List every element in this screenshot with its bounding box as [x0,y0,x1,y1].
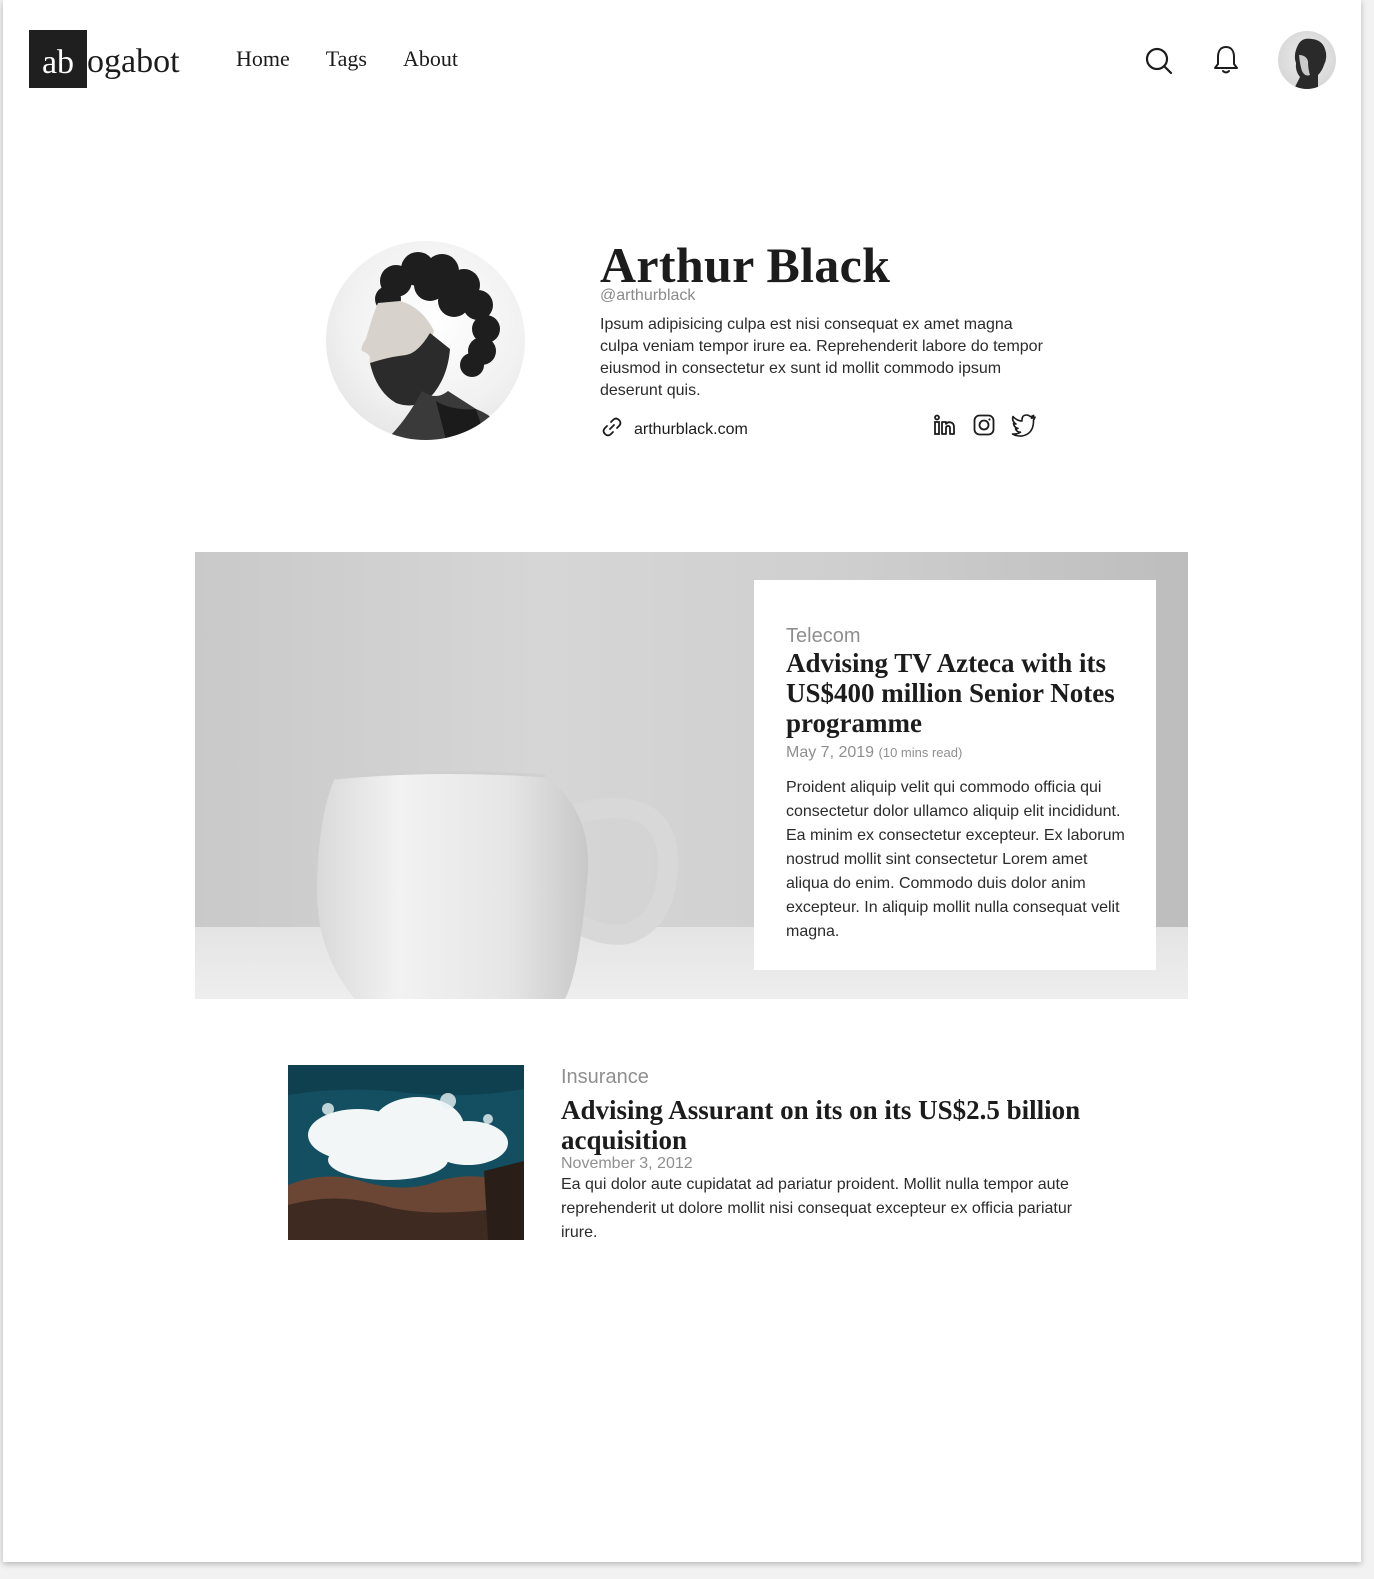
profile-name: Arthur Black [600,237,891,293]
site-logo[interactable]: ab ogabot [29,30,180,88]
featured-date: May 7, 2019 [786,744,875,761]
article-title[interactable]: Advising Assurant on its on its US$2.5 b… [561,1095,1101,1155]
wave-illustration [288,1065,524,1240]
featured-meta: May 7, 2019 (10 mins read) [786,744,1126,762]
profile-photo [326,241,525,440]
featured-excerpt: Proident aliquip velit qui commodo offic… [786,779,1125,940]
featured-category[interactable]: Telecom [786,625,1126,648]
logo-box: ab [29,30,87,88]
search-icon[interactable] [1142,44,1176,78]
article-excerpt: Ea qui dolor aute cupidatat ad pariatur … [561,1176,1073,1241]
instagram-icon[interactable] [971,412,997,438]
featured-read-time: (10 mins read) [878,745,963,760]
nav-home[interactable]: Home [236,46,290,72]
user-avatar[interactable] [1278,31,1336,89]
profile-bio: Ipsum adipisicing culpa est nisi consequ… [600,316,1043,399]
main-nav: Home Tags About [236,46,458,72]
website-text: arthurblack.com [634,420,748,438]
profile-handle: @arthurblack [600,287,696,304]
featured-title[interactable]: Advising TV Azteca with its US$400 milli… [786,648,1126,738]
bell-icon[interactable] [1209,43,1243,77]
article-date: November 3, 2012 [561,1155,693,1172]
article-thumbnail[interactable] [288,1065,524,1240]
logo-text: ogabot [87,43,180,80]
article-category[interactable]: Insurance [561,1066,1101,1089]
featured-article-card[interactable]: Telecom Advising TV Azteca with its US$4… [754,580,1156,970]
link-icon [600,415,624,444]
article-item[interactable]: Insurance Advising Assurant on its on it… [561,1066,1101,1245]
social-links [931,412,1037,438]
nav-tags[interactable]: Tags [326,46,367,72]
linkedin-icon[interactable] [931,412,957,438]
nav-about[interactable]: About [403,46,458,72]
twitter-icon[interactable] [1011,412,1037,438]
website-link[interactable]: arthurblack.com [600,415,748,444]
